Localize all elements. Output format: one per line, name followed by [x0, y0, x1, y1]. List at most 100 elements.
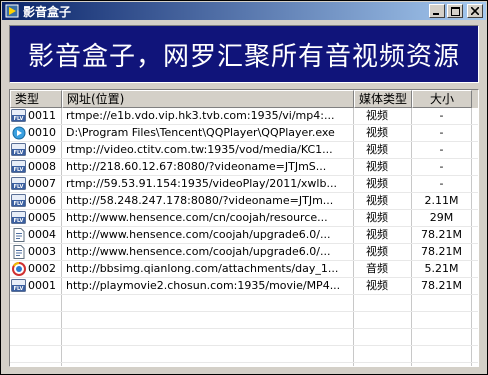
- media-type-cell: 视频: [354, 159, 412, 175]
- media-list[interactable]: 类型 网址(位置) 媒体类型 大小 FLV 0011 rtmpe://e1b.vdo…: [9, 89, 479, 367]
- url-cell: rtmp://59.53.91.154:1935/videoPlay/2011/…: [62, 176, 354, 192]
- row-id: 0007: [28, 177, 56, 190]
- media-type-cell: 视频: [354, 210, 412, 226]
- media-type-cell: 视频: [354, 176, 412, 192]
- type-cell: FLV 0011: [10, 108, 62, 124]
- type-cell: FLV 0007: [10, 176, 62, 192]
- size-cell: 5.21M: [412, 261, 472, 277]
- empty-row: [10, 312, 478, 329]
- url-cell: rtmpe://e1b.vdo.vip.hk3.tvb.com:1935/vi/…: [62, 108, 354, 124]
- media-type-cell: 视频: [354, 227, 412, 243]
- banner: 影音盒子，网罗汇聚所有音视频资源: [9, 25, 479, 83]
- column-header-size[interactable]: 大小: [412, 90, 472, 108]
- url-cell: http://58.248.247.178:8080/?videoname=JT…: [62, 193, 354, 209]
- table-row[interactable]: FLV 0009 rtmp://video.ctitv.com.tw:1935/vo…: [10, 142, 478, 159]
- svg-text:FLV: FLV: [14, 286, 24, 292]
- url-cell: http://www.hensence.com/coojah/upgrade6.…: [62, 244, 354, 260]
- table-row[interactable]: FLV 0008 http://218.60.12.67:8080/?videona…: [10, 159, 478, 176]
- svg-text:FLV: FLV: [14, 201, 24, 207]
- type-cell: 0004: [10, 227, 62, 243]
- type-cell: FLV 0006: [10, 193, 62, 209]
- size-cell: 78.21M: [412, 278, 472, 294]
- url-cell: http://www.hensence.com/cn/coojah/resour…: [62, 210, 354, 226]
- flv-file-icon: FLV: [11, 109, 27, 123]
- size-cell: -: [412, 125, 472, 141]
- size-cell: -: [412, 142, 472, 158]
- url-cell: http://bbsimg.qianlong.com/attachments/d…: [62, 261, 354, 277]
- url-cell: http://www.hensence.com/coojah/upgrade6.…: [62, 227, 354, 243]
- qqplayer-icon: [11, 126, 27, 140]
- media-type-cell: 视频: [354, 278, 412, 294]
- row-id: 0008: [28, 160, 56, 173]
- minimize-button[interactable]: [429, 4, 445, 18]
- svg-text:FLV: FLV: [14, 184, 24, 190]
- table-row[interactable]: FLV 0006 http://58.248.247.178:8080/?video…: [10, 193, 478, 210]
- flv-file-icon: FLV: [11, 177, 27, 191]
- column-header-media-type[interactable]: 媒体类型: [354, 90, 412, 108]
- list-header: 类型 网址(位置) 媒体类型 大小: [10, 90, 478, 108]
- row-id: 0005: [28, 211, 56, 224]
- column-header-url[interactable]: 网址(位置): [62, 90, 354, 108]
- table-row[interactable]: 0010 D:\Program Files\Tencent\QQPlayer\QQ…: [10, 125, 478, 142]
- url-cell: http://playmovie2.chosun.com:1935/movie/…: [62, 278, 354, 294]
- app-window: 影音盒子 影音盒子，网罗汇聚所有音视频资源 类型 网址(位置) 媒体类型 大小 …: [0, 0, 488, 375]
- flv-file-icon: FLV: [11, 143, 27, 157]
- table-row[interactable]: 0003 http://www.hensence.com/coojah/upgra…: [10, 244, 478, 261]
- table-row[interactable]: FLV 0007 rtmp://59.53.91.154:1935/videoPla…: [10, 176, 478, 193]
- window-title: 影音盒子: [23, 4, 72, 19]
- audio-player-icon: [11, 262, 27, 276]
- row-id: 0002: [28, 262, 56, 275]
- empty-row: [10, 295, 478, 312]
- media-type-cell: 视频: [354, 142, 412, 158]
- empty-row: [10, 329, 478, 346]
- empty-row: [10, 363, 478, 366]
- table-row[interactable]: FLV 0005 http://www.hensence.com/cn/coojah…: [10, 210, 478, 227]
- size-cell: 78.21M: [412, 244, 472, 260]
- minimize-icon: [433, 13, 439, 15]
- url-cell: http://218.60.12.67:8080/?videoname=JTJm…: [62, 159, 354, 175]
- list-body: FLV 0011 rtmpe://e1b.vdo.vip.hk3.tvb.com:1…: [10, 108, 478, 366]
- size-cell: -: [412, 176, 472, 192]
- type-cell: FLV 0009: [10, 142, 62, 158]
- column-header-type[interactable]: 类型: [10, 90, 62, 108]
- maximize-button[interactable]: [447, 4, 463, 18]
- table-row[interactable]: 0004 http://www.hensence.com/coojah/upgra…: [10, 227, 478, 244]
- url-cell: rtmp://video.ctitv.com.tw:1935/vod/media…: [62, 142, 354, 158]
- app-icon: [5, 4, 19, 18]
- table-row[interactable]: 0002 http://bbsimg.qianlong.com/attachmen…: [10, 261, 478, 278]
- size-cell: -: [412, 108, 472, 124]
- row-id: 0003: [28, 245, 56, 258]
- url-cell: D:\Program Files\Tencent\QQPlayer\QQPlay…: [62, 125, 354, 141]
- size-cell: -: [412, 159, 472, 175]
- svg-text:FLV: FLV: [14, 218, 24, 224]
- media-type-cell: 视频: [354, 108, 412, 124]
- type-cell: FLV 0001: [10, 278, 62, 294]
- row-id: 0004: [28, 228, 56, 241]
- flv-file-icon: FLV: [11, 211, 27, 225]
- table-row[interactable]: FLV 0011 rtmpe://e1b.vdo.vip.hk3.tvb.com:1…: [10, 108, 478, 125]
- type-cell: 0010: [10, 125, 62, 141]
- svg-text:FLV: FLV: [14, 167, 24, 173]
- close-button[interactable]: [467, 4, 483, 18]
- row-id: 0009: [28, 143, 56, 156]
- size-cell: 78.21M: [412, 227, 472, 243]
- row-id: 0010: [28, 126, 56, 139]
- empty-row: [10, 346, 478, 363]
- flv-file-icon: FLV: [11, 194, 27, 208]
- table-row[interactable]: FLV 0001 http://playmovie2.chosun.com:1935…: [10, 278, 478, 295]
- type-cell: FLV 0005: [10, 210, 62, 226]
- type-cell: 0002: [10, 261, 62, 277]
- type-cell: 0003: [10, 244, 62, 260]
- flv-file-icon: FLV: [11, 279, 27, 293]
- media-type-cell: 音频: [354, 261, 412, 277]
- title-bar[interactable]: 影音盒子: [2, 2, 486, 20]
- svg-text:FLV: FLV: [14, 150, 24, 156]
- row-id: 0011: [28, 109, 56, 122]
- size-cell: 2.11M: [412, 193, 472, 209]
- row-id: 0006: [28, 194, 56, 207]
- flv-file-icon: FLV: [11, 160, 27, 174]
- media-type-cell: 视频: [354, 125, 412, 141]
- maximize-icon: [450, 6, 460, 16]
- banner-text: 影音盒子，网罗汇聚所有音视频资源: [27, 41, 460, 72]
- document-icon: [11, 228, 27, 242]
